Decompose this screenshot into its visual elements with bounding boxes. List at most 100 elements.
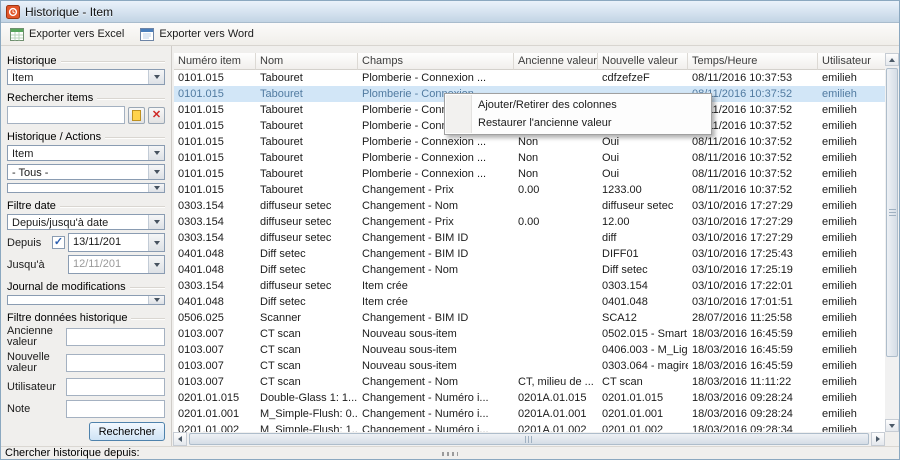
table-row[interactable]: 0103.007CT scanNouveau sous-item0303.064…	[174, 358, 885, 374]
table-cell: 0101.015	[174, 86, 256, 102]
table-row[interactable]: 0303.154diffuseur setecChangement - Nomd…	[174, 198, 885, 214]
table-cell: 0.00	[514, 182, 598, 198]
export-word-button[interactable]: Exporter vers Word	[134, 24, 262, 44]
table-cell: Changement - Numéro i...	[358, 422, 514, 432]
window-resize-grip[interactable]	[442, 452, 458, 456]
table-cell	[514, 230, 598, 246]
table-cell: 0201A.01.002	[514, 422, 598, 432]
column-header[interactable]: Champs	[358, 53, 514, 70]
table-cell	[514, 198, 598, 214]
table-cell: 18/03/2016 16:45:59	[688, 326, 818, 342]
table-cell: 0103.007	[174, 326, 256, 342]
table-cell: emilieh	[818, 390, 885, 406]
table-cell: emilieh	[818, 214, 885, 230]
jusqua-date-picker[interactable]: 12/11/201	[68, 255, 165, 274]
table-row[interactable]: 0303.154diffuseur setecChangement - Prix…	[174, 214, 885, 230]
table-cell: Diff setec	[256, 294, 358, 310]
table-row[interactable]: 0101.015TabouretPlomberie - Connexion ..…	[174, 150, 885, 166]
column-header[interactable]: Utilisateur	[818, 53, 885, 70]
table-cell: Changement - BIM ID	[358, 230, 514, 246]
context-menu-item[interactable]: Restaurer l'ancienne valeur	[445, 114, 711, 132]
vertical-scroll-track[interactable]	[885, 66, 899, 419]
table-row[interactable]: 0103.007CT scanNouveau sous-item0406.003…	[174, 342, 885, 358]
table-cell: diffuseur setec	[256, 214, 358, 230]
export-excel-button[interactable]: Exporter vers Excel	[4, 24, 132, 44]
rechercher-button[interactable]: Rechercher	[89, 422, 165, 441]
table-cell: emilieh	[818, 70, 885, 86]
nouvelle-valeur-input[interactable]	[66, 354, 165, 372]
table-row[interactable]: 0303.154diffuseur setecChangement - BIM …	[174, 230, 885, 246]
vertical-scroll-thumb[interactable]	[886, 68, 898, 357]
table-row[interactable]: 0101.015TabouretPlomberie - Connexion ..…	[174, 166, 885, 182]
search-button-row: Rechercher	[7, 422, 165, 443]
table-row[interactable]: 0201.01.002M_Simple-Flush: 1...Changemen…	[174, 422, 885, 432]
export-excel-label: Exporter vers Excel	[29, 28, 124, 40]
table-row[interactable]: 0101.015TabouretPlomberie - Connexion ..…	[174, 134, 885, 150]
table-cell: emilieh	[818, 118, 885, 134]
table-row[interactable]: 0201.01.015Double-Glass 1: 1...Changemen…	[174, 390, 885, 406]
group-divider	[61, 61, 165, 63]
horizontal-scroll-track[interactable]	[187, 432, 871, 446]
table-row[interactable]: 0201.01.001M_Simple-Flush: 0...Changemen…	[174, 406, 885, 422]
column-header[interactable]: Numéro item	[174, 53, 256, 70]
table-cell: emilieh	[818, 198, 885, 214]
table-cell: 0101.015	[174, 70, 256, 86]
depuis-date-picker[interactable]: 13/11/201	[68, 233, 165, 252]
clear-search-button[interactable]	[148, 107, 165, 124]
table-cell: Tabouret	[256, 134, 358, 150]
table-row[interactable]: 0506.025ScannerChangement - BIM IDSCA122…	[174, 310, 885, 326]
scroll-up-button[interactable]	[885, 53, 899, 66]
table-cell: 0506.025	[174, 310, 256, 326]
context-menu-item[interactable]: Ajouter/Retirer des colonnes	[445, 96, 711, 114]
table-row[interactable]: 0401.048Diff setecChangement - BIM IDDIF…	[174, 246, 885, 262]
column-header[interactable]: Temps/Heure	[688, 53, 818, 70]
table-cell: 0.00	[514, 214, 598, 230]
table-cell: Changement - Numéro i...	[358, 406, 514, 422]
column-header[interactable]: Ancienne valeur	[514, 53, 598, 70]
table-cell: CT, milieu de ...	[514, 374, 598, 390]
search-items-button[interactable]	[128, 107, 145, 124]
table-cell: Diff setec	[598, 262, 688, 278]
chevron-down-icon	[148, 234, 164, 251]
table-cell: Oui	[598, 150, 688, 166]
table-cell	[514, 70, 598, 86]
table-cell: emilieh	[818, 182, 885, 198]
jusqua-label: Jusqu'à	[7, 259, 49, 271]
table-row[interactable]: 0303.154diffuseur setecItem crée0303.154…	[174, 278, 885, 294]
filtre-date-select[interactable]: Depuis/jusqu'à date	[7, 214, 165, 230]
jusqua-date-value: 12/11/201	[69, 256, 148, 273]
column-header[interactable]: Nouvelle valeur	[598, 53, 688, 70]
journal-select[interactable]	[7, 295, 165, 305]
table-cell: emilieh	[818, 166, 885, 182]
horizontal-scrollbar[interactable]	[173, 432, 885, 446]
vertical-scrollbar[interactable]	[885, 53, 899, 432]
actions-type-select[interactable]: Item	[7, 145, 165, 161]
table-cell: diffuseur setec	[256, 198, 358, 214]
table-row[interactable]: 0101.015TabouretPlomberie - Connexion ..…	[174, 70, 885, 86]
horizontal-scroll-thumb[interactable]	[189, 433, 869, 445]
table-cell: diffuseur setec	[256, 278, 358, 294]
scroll-down-button[interactable]	[885, 419, 899, 432]
table-row[interactable]: 0401.048Diff setecChangement - NomDiff s…	[174, 262, 885, 278]
table-cell: 0401.048	[174, 246, 256, 262]
historique-select[interactable]: Item	[7, 69, 165, 85]
table-cell: Nouveau sous-item	[358, 326, 514, 342]
group-historique-label: Historique	[7, 55, 57, 67]
group-divider	[105, 137, 165, 139]
scroll-left-button[interactable]	[173, 432, 187, 446]
table-cell: 0101.015	[174, 166, 256, 182]
utilisateur-input[interactable]	[66, 378, 165, 396]
actions-filter-select[interactable]: - Tous -	[7, 164, 165, 180]
scroll-right-button[interactable]	[871, 432, 885, 446]
actions-sub-select[interactable]	[7, 183, 165, 193]
note-input[interactable]	[66, 400, 165, 418]
table-row[interactable]: 0103.007CT scanChangement - NomCT, milie…	[174, 374, 885, 390]
table-row[interactable]: 0101.015TabouretChangement - Prix0.00123…	[174, 182, 885, 198]
column-header[interactable]: Nom	[256, 53, 358, 70]
depuis-checkbox[interactable]	[52, 236, 65, 249]
table-row[interactable]: 0103.007CT scanNouveau sous-item0502.015…	[174, 326, 885, 342]
ancienne-valeur-input[interactable]	[66, 328, 165, 346]
table-row[interactable]: 0401.048Diff setecItem crée0401.04803/10…	[174, 294, 885, 310]
historique-select-value: Item	[8, 70, 148, 84]
search-items-input[interactable]	[7, 106, 125, 124]
